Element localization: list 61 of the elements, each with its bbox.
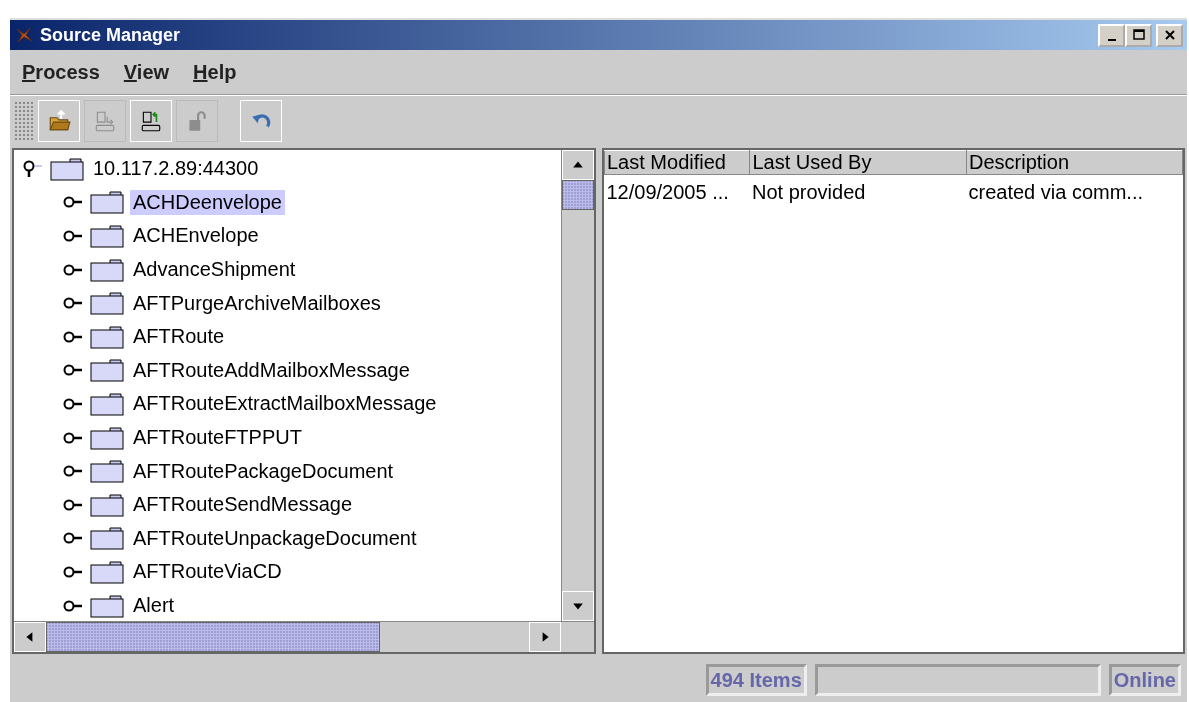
folder-icon bbox=[90, 526, 124, 551]
scroll-thumb[interactable] bbox=[46, 622, 380, 652]
vertical-scrollbar[interactable] bbox=[561, 150, 594, 621]
folder-icon bbox=[90, 224, 124, 248]
menu-item[interactable]: View bbox=[123, 60, 170, 84]
folder-icon bbox=[90, 559, 124, 584]
folder-icon bbox=[90, 391, 124, 416]
tree-node[interactable]: AFTRouteViaCD bbox=[130, 559, 285, 585]
tree-node[interactable]: AFTRoute bbox=[130, 324, 228, 350]
folder-icon bbox=[90, 492, 124, 517]
table-cell: created via comm... bbox=[966, 174, 1183, 204]
folder-icon bbox=[90, 459, 124, 484]
minimize-button[interactable] bbox=[1098, 23, 1125, 47]
scrollbar-corner bbox=[561, 622, 594, 652]
tree-node[interactable]: 10.117.2.89:44300 bbox=[90, 156, 262, 182]
scroll-up-button[interactable] bbox=[562, 150, 594, 180]
scroll-thumb[interactable] bbox=[562, 180, 594, 210]
folder-icon bbox=[90, 257, 124, 282]
menu-item[interactable]: Process bbox=[22, 60, 100, 84]
folder-icon bbox=[90, 358, 124, 383]
tree-node[interactable]: ACHEnvelope bbox=[130, 223, 262, 249]
column-header[interactable]: Last Used By bbox=[750, 150, 967, 175]
tree-node[interactable]: ACHDeenvelope bbox=[130, 189, 285, 215]
folder-icon bbox=[90, 324, 124, 349]
table-cell: 12/09/2005 ... bbox=[604, 174, 750, 204]
tree-node[interactable]: AdvanceShipment bbox=[130, 257, 299, 283]
expand-handle-icon[interactable] bbox=[22, 159, 44, 178]
tree-node[interactable]: AFTRouteAddMailboxMessage bbox=[130, 357, 413, 383]
folder-icon bbox=[90, 291, 124, 316]
tree-node[interactable]: Alert bbox=[130, 593, 178, 618]
window-title: Source Manager bbox=[40, 24, 182, 46]
scroll-right-button[interactable] bbox=[529, 622, 561, 652]
folder-icon bbox=[50, 156, 84, 181]
horizontal-scrollbar[interactable] bbox=[14, 622, 561, 652]
menu-item[interactable]: Help bbox=[193, 60, 237, 84]
app-icon bbox=[14, 25, 34, 45]
column-header[interactable]: Description bbox=[966, 150, 1183, 175]
tree-node[interactable]: AFTRoutePackageDocument bbox=[130, 458, 397, 484]
close-icon bbox=[1162, 28, 1177, 42]
open-folder-icon bbox=[47, 109, 71, 133]
toolbar-grip[interactable] bbox=[14, 101, 34, 141]
drive-to-document-icon bbox=[139, 109, 163, 133]
document-to-drive-icon bbox=[93, 109, 117, 133]
scroll-left-button[interactable] bbox=[14, 622, 46, 652]
folder-icon bbox=[90, 190, 124, 215]
item-count: 494 Items bbox=[705, 664, 807, 696]
tree-node[interactable]: AFTRouteFTPPUT bbox=[130, 425, 305, 451]
folder-icon bbox=[90, 593, 124, 618]
tree-node[interactable]: AFTRouteExtractMailboxMessage bbox=[130, 391, 440, 417]
maximize-icon bbox=[1131, 28, 1146, 42]
tree-node[interactable]: AFTRouteUnpackageDocument bbox=[130, 525, 420, 551]
maximize-button[interactable] bbox=[1125, 23, 1152, 47]
folder-icon bbox=[90, 425, 124, 450]
scroll-down-button[interactable] bbox=[562, 591, 594, 621]
close-button[interactable] bbox=[1156, 23, 1183, 47]
tree-node[interactable]: AFTRouteSendMessage bbox=[130, 492, 355, 518]
tree-node[interactable]: AFTPurgeArchiveMailboxes bbox=[130, 290, 384, 316]
minimize-icon bbox=[1107, 39, 1116, 41]
column-header[interactable]: Last Modified bbox=[604, 150, 750, 175]
table-cell: Not provided bbox=[750, 174, 967, 204]
connection-status: Online bbox=[1108, 664, 1181, 696]
